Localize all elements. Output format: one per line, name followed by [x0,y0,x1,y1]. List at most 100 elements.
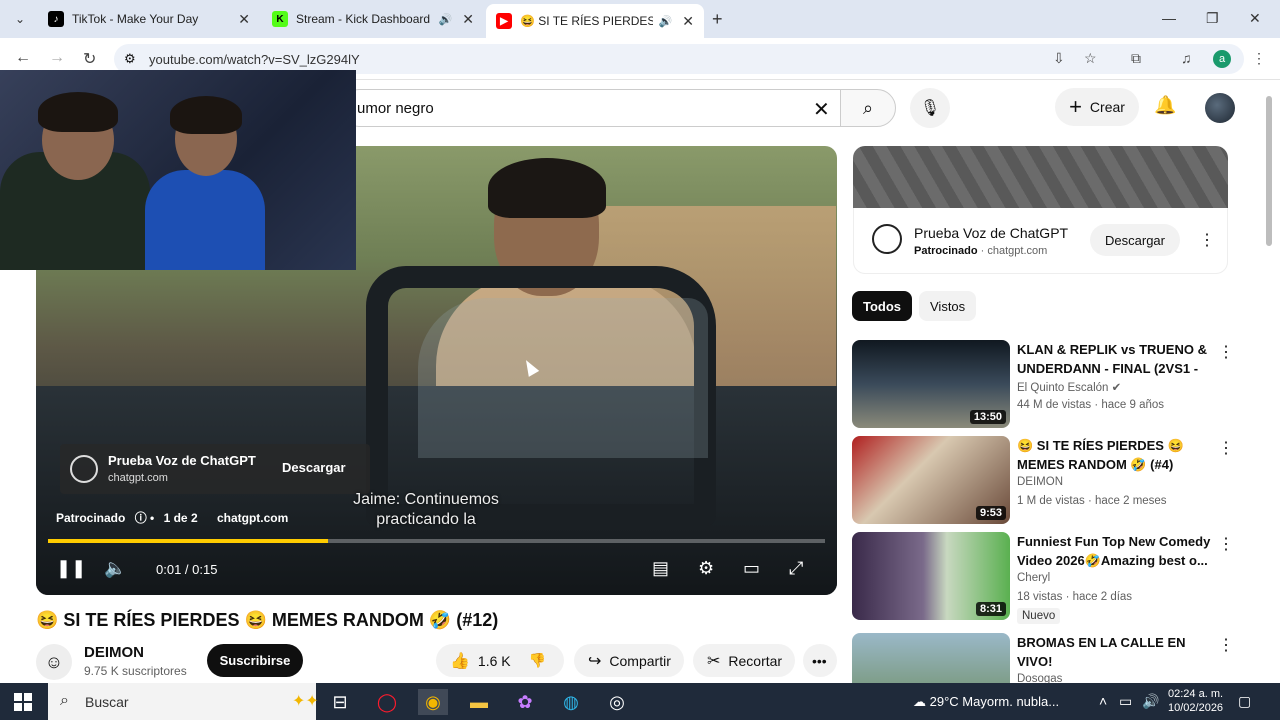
more-vertical-icon[interactable]: ⋮ [1199,230,1215,250]
chip-vistos[interactable]: Vistos [919,291,977,321]
weather-widget[interactable]: ☁ 29°C Mayorm. nubla... [913,694,1059,710]
chrome-icon[interactable]: ◉ [418,689,448,715]
video-thumbnail[interactable]: 13:50 [852,340,1010,428]
close-icon[interactable]: ✕ [462,11,474,28]
windows-start-icon[interactable] [14,693,32,711]
recommendation-item[interactable]: 8:31 Funniest Fun Top New Comedy Video 2… [852,532,1234,624]
close-icon[interactable]: ✕ [238,11,250,28]
sidebar-ad-download-button[interactable]: Descargar [1090,224,1180,256]
account-avatar[interactable] [1205,93,1235,123]
recommendation-meta: 1 M de vistas · hace 2 meses [1017,495,1167,507]
more-vertical-icon[interactable]: ⋮ [1218,342,1234,362]
recommendation-title[interactable]: KLAN & REPLIK vs TRUENO & UNDERDANN - FI… [1017,340,1212,378]
voice-search-button[interactable]: 🎙 [910,88,950,128]
more-vertical-icon[interactable]: ⋮ [1218,438,1234,458]
ad-domain-link[interactable]: chatgpt.com [217,511,288,525]
search-box[interactable]: umor negro ✕ [340,89,840,127]
restore-icon[interactable]: ❐ [1206,10,1219,27]
sidebar-ad-title[interactable]: Prueba Voz de ChatGPT [914,225,1068,241]
menu-icon[interactable]: ⋮ [1252,50,1266,67]
search-input[interactable]: umor negro [357,100,434,117]
back-icon[interactable]: ← [15,49,31,67]
volume-icon[interactable]: 🔈 [104,558,126,579]
more-vertical-icon[interactable]: ⋮ [1218,635,1232,655]
chip-todos[interactable]: Todos [852,291,913,321]
media-control-icon[interactable]: ♫ [1181,50,1192,66]
channel-name[interactable]: DEIMON [84,644,144,661]
profile-avatar[interactable]: a [1213,50,1231,68]
bookmark-star-icon[interactable]: ☆ [1084,50,1097,67]
recommendation-title[interactable]: 😆 SI TE RÍES PIERDES 😆 MEMES RANDOM 🤣 (#… [1017,436,1212,474]
taskbar-search[interactable]: ⌕ Buscar ✦✦ [48,683,319,720]
search-button[interactable]: ⌕ [840,89,896,127]
create-button[interactable]: + Crear [1055,88,1139,126]
fullscreen-icon[interactable]: ⤢ [789,558,803,579]
more-horizontal-icon: ••• [812,652,827,669]
clip-button[interactable]: ✂ Recortar [693,644,795,677]
new-tab-button[interactable]: + [712,9,723,30]
install-app-icon[interactable]: ⇩ [1053,50,1065,67]
notifications-bell-icon[interactable]: 🔔 [1154,95,1176,116]
video-thumbnail[interactable]: 8:31 [852,532,1010,620]
forward-icon[interactable]: → [49,49,65,67]
captions-icon[interactable]: ▤ [652,558,669,579]
close-window-icon[interactable]: ✕ [1249,10,1261,27]
speaker-icon[interactable]: 🔊 [439,13,453,26]
task-view-icon[interactable]: ⊟ [325,689,355,715]
recommendation-title[interactable]: Funniest Fun Top New Comedy Video 2026🤣A… [1017,532,1212,570]
recommendation-channel[interactable]: Dosogas [1017,673,1062,683]
speaker-icon[interactable]: 🔊 [659,15,673,28]
ad-download-button[interactable]: Descargar [282,460,346,475]
site-info-icon[interactable]: ⚙ [124,51,136,67]
sidebar-ad[interactable]: Prueba Voz de ChatGPT Patrocinado · chat… [853,208,1228,274]
more-actions-button[interactable]: ••• [803,644,837,677]
player-ad-card[interactable]: Prueba Voz de ChatGPT chatgpt.com Descar… [60,444,370,494]
extensions-icon[interactable]: ⧉ [1131,50,1141,67]
recommendation-channel[interactable]: El Quinto Escalón ✔ [1017,380,1121,394]
search-icon: ⌕ [60,692,69,709]
thumbs-down-icon[interactable]: 👎 [529,652,546,669]
ad-domain: chatgpt.com [108,472,168,484]
recommendation-item[interactable]: BROMAS EN LA CALLE EN VIVO! Dosogas ⋮ [852,633,1232,683]
reload-icon[interactable]: ↻ [83,49,96,69]
system-clock[interactable]: 02:24 a. m. 10/02/2026 [1168,687,1223,715]
recommendation-channel[interactable]: Cheryl [1017,572,1050,584]
sidebar-ad-banner[interactable] [853,146,1228,208]
info-icon[interactable]: ⓘ • [135,511,155,525]
clear-search-icon[interactable]: ✕ [813,97,830,122]
url-text[interactable]: youtube.com/watch?v=SV_lzG294lY [149,52,360,67]
recommendation-title[interactable]: BROMAS EN LA CALLE EN VIVO! [1017,633,1212,671]
tab-youtube[interactable]: ▶ 😆 SI TE RÍES PIERDES 😆 M 🔊 ✕ [486,4,704,38]
file-explorer-icon[interactable]: ▬ [464,689,494,715]
settings-gear-icon[interactable]: ⚙ [698,558,714,579]
recommendation-item[interactable]: 9:53 😆 SI TE RÍES PIERDES 😆 MEMES RANDOM… [852,436,1234,526]
edge-icon[interactable]: ◍ [556,689,586,715]
notifications-icon[interactable]: ▢ [1238,693,1251,710]
volume-tray-icon[interactable]: 🔊 [1142,693,1159,710]
youtube-icon: ▶ [496,13,512,29]
video-thumbnail[interactable]: 9:53 [852,436,1010,524]
more-vertical-icon[interactable]: ⋮ [1218,534,1234,554]
copilot-icon[interactable]: ✿ [510,689,540,715]
close-icon[interactable]: ✕ [682,13,694,30]
obs-icon[interactable]: ◎ [602,689,632,715]
theater-mode-icon[interactable]: ▭ [743,558,760,579]
kick-icon: K [272,11,288,27]
pause-icon[interactable]: ❚❚ [56,558,86,579]
tab-tiktok[interactable]: ♪ TikTok - Make Your Day ✕ [38,4,260,34]
network-icon[interactable]: ▭ [1119,693,1132,710]
subscribe-button[interactable]: Suscribirse [207,644,303,677]
like-button[interactable]: 👍 1.6 K 👎 [436,644,564,677]
tab-search-icon[interactable]: ⌄ [8,7,32,31]
video-thumbnail[interactable] [852,633,1010,683]
channel-avatar[interactable]: ☺ [36,644,72,680]
tray-chevron-icon[interactable]: ˄ [1099,693,1107,709]
minimize-icon[interactable]: — [1162,10,1176,26]
page-scrollbar[interactable] [1266,96,1272,246]
opera-icon[interactable]: ◯ [372,689,402,715]
share-button[interactable]: ↪ Compartir [574,644,684,677]
tab-kick[interactable]: K Stream - Kick Dashboard 🔊 ✕ [262,4,484,34]
recommendation-channel[interactable]: DEIMON [1017,476,1063,488]
recommendation-item[interactable]: 13:50 KLAN & REPLIK vs TRUENO & UNDERDAN… [852,340,1234,430]
progress-bar[interactable] [48,539,825,543]
